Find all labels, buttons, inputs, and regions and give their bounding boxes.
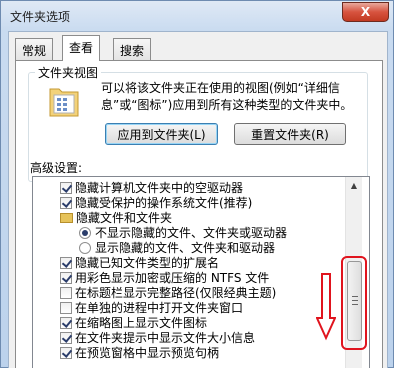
list-item[interactable]: 隐藏受保护的操作系统文件(推荐) <box>60 195 252 210</box>
folder-icon <box>60 212 73 223</box>
button-label: 应用到文件夹(L) <box>117 127 206 142</box>
tab-view[interactable]: 查看 <box>62 35 101 61</box>
title-bar: 文件夹选项 X <box>1 1 393 31</box>
button-label: 重置文件夹(R) <box>251 127 329 142</box>
annotation-down-arrow-icon <box>316 273 336 341</box>
reset-folders-button[interactable]: 重置文件夹(R) <box>234 123 346 145</box>
folder-views-label: 文件夹视图 <box>35 64 102 81</box>
list-item[interactable]: 在单独的进程中打开文件夹窗口 <box>60 300 243 315</box>
radio-button[interactable] <box>79 241 91 254</box>
folder-view-icon <box>47 83 85 123</box>
list-item[interactable]: 在预览窗格中显示预览句柄 <box>60 345 219 360</box>
list-item[interactable]: 在文件夹提示中显示文件大小信息 <box>60 330 255 345</box>
close-icon: X <box>360 5 371 19</box>
list-item: 隐藏文件和文件夹 <box>60 210 172 225</box>
advanced-settings-label: 高级设置: <box>30 161 83 175</box>
checkbox[interactable] <box>60 346 72 359</box>
checkbox[interactable] <box>60 181 72 194</box>
close-button[interactable]: X <box>342 2 389 22</box>
checkbox[interactable] <box>60 196 72 209</box>
checkbox[interactable] <box>60 256 72 269</box>
apply-to-folders-button[interactable]: 应用到文件夹(L) <box>105 123 218 145</box>
checkbox[interactable] <box>60 331 72 344</box>
tab-search[interactable]: 搜索 <box>113 38 152 60</box>
list-item[interactable]: 隐藏计算机文件夹中的空驱动器 <box>60 180 243 195</box>
list-item[interactable]: 用彩色显示加密或压缩的 NTFS 文件 <box>60 270 269 285</box>
radio-button[interactable] <box>79 226 91 239</box>
annotation-highlight-box <box>341 256 367 350</box>
tab-label: 查看 <box>69 41 94 55</box>
folder-options-window: 文件夹选项 X 常规 查看 搜索 文件夹视图 可以将该文件夹正在使用的视图(例如… <box>0 0 394 368</box>
checkbox[interactable] <box>60 286 72 299</box>
list-item[interactable]: 在标题栏显示完整路径(仅限经典主题) <box>60 285 276 300</box>
item-label: 在预览窗格中显示预览句柄 <box>75 346 220 360</box>
list-item[interactable]: 在缩略图上显示文件图标 <box>60 315 207 330</box>
tab-label: 搜索 <box>120 44 145 58</box>
scroll-up-arrow-icon[interactable]: ▲ <box>346 177 362 194</box>
folder-views-description: 可以将该文件夹正在使用的视图(例如“详细信息”或“图标”)应用到所有这种类型的文… <box>101 81 353 112</box>
checkbox[interactable] <box>60 271 72 284</box>
list-item[interactable]: 不显示隐藏的文件、文件夹或驱动器 <box>79 225 287 240</box>
checkbox[interactable] <box>60 301 72 314</box>
tab-general[interactable]: 常规 <box>15 38 54 60</box>
list-item[interactable]: 显示隐藏的文件、文件夹和驱动器 <box>79 240 275 255</box>
tab-label: 常规 <box>22 44 47 58</box>
checkbox[interactable] <box>60 316 72 329</box>
window-title: 文件夹选项 <box>10 10 71 24</box>
list-item[interactable]: 隐藏已知文件类型的扩展名 <box>60 255 219 270</box>
